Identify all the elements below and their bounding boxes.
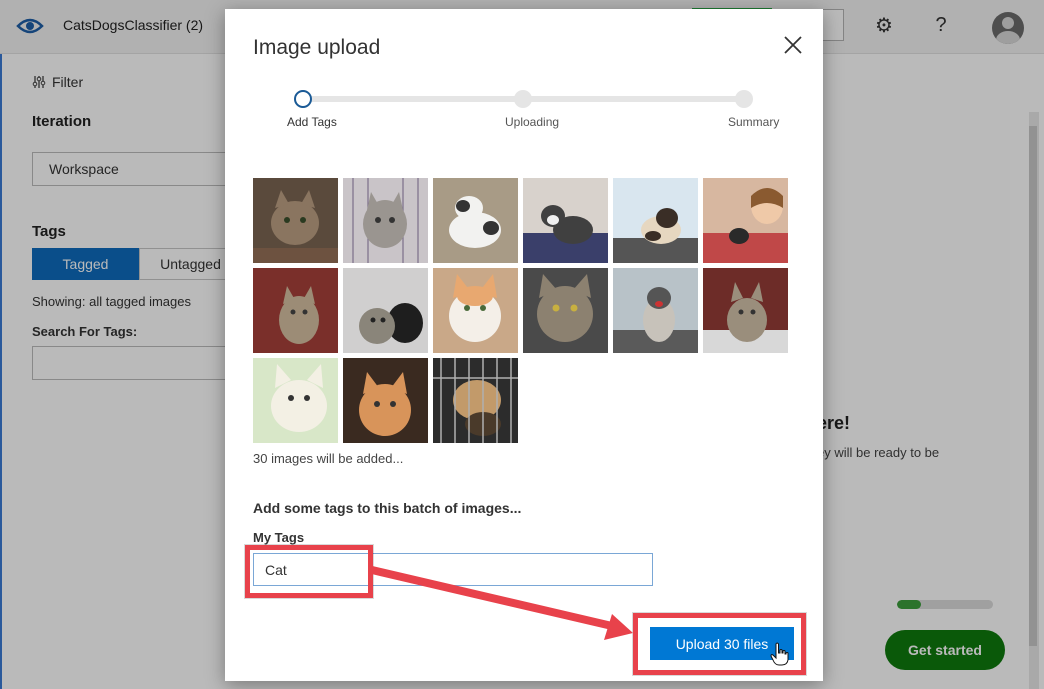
image-upload-dialog: Image upload Add Tags Uploading Summary … [225,9,823,681]
image-thumbnail[interactable] [703,268,788,353]
step-dot-summary [735,90,753,108]
image-thumbnail[interactable] [343,178,428,263]
step-label-uploading: Uploading [505,115,560,129]
tag-input[interactable] [253,553,653,586]
image-thumbnail[interactable] [433,178,518,263]
image-thumbnail[interactable] [343,268,428,353]
step-dot-add-tags [294,90,312,108]
my-tags-label: My Tags [253,530,305,545]
dialog-title: Image upload [253,36,381,59]
image-thumbnail[interactable] [703,178,788,263]
step-label-summary: Summary [728,115,780,129]
close-icon[interactable] [781,33,805,57]
batch-prompt: Add some tags to this batch of images... [253,500,522,516]
image-thumbnail[interactable] [253,178,338,263]
image-count-text: 30 images will be added... [253,451,404,466]
upload-button[interactable]: Upload 30 files [650,627,794,660]
image-thumbnail[interactable] [343,358,428,443]
image-thumbnail[interactable] [613,178,698,263]
image-thumbnail[interactable] [613,268,698,353]
image-thumbnail[interactable] [433,268,518,353]
image-thumbnail[interactable] [523,178,608,263]
image-thumbnail[interactable] [523,268,608,353]
image-thumbnail[interactable] [253,358,338,443]
step-label-add-tags: Add Tags [287,115,337,129]
image-thumbnail[interactable] [433,358,518,443]
step-dot-uploading [514,90,532,108]
image-thumbnail[interactable] [253,268,338,353]
